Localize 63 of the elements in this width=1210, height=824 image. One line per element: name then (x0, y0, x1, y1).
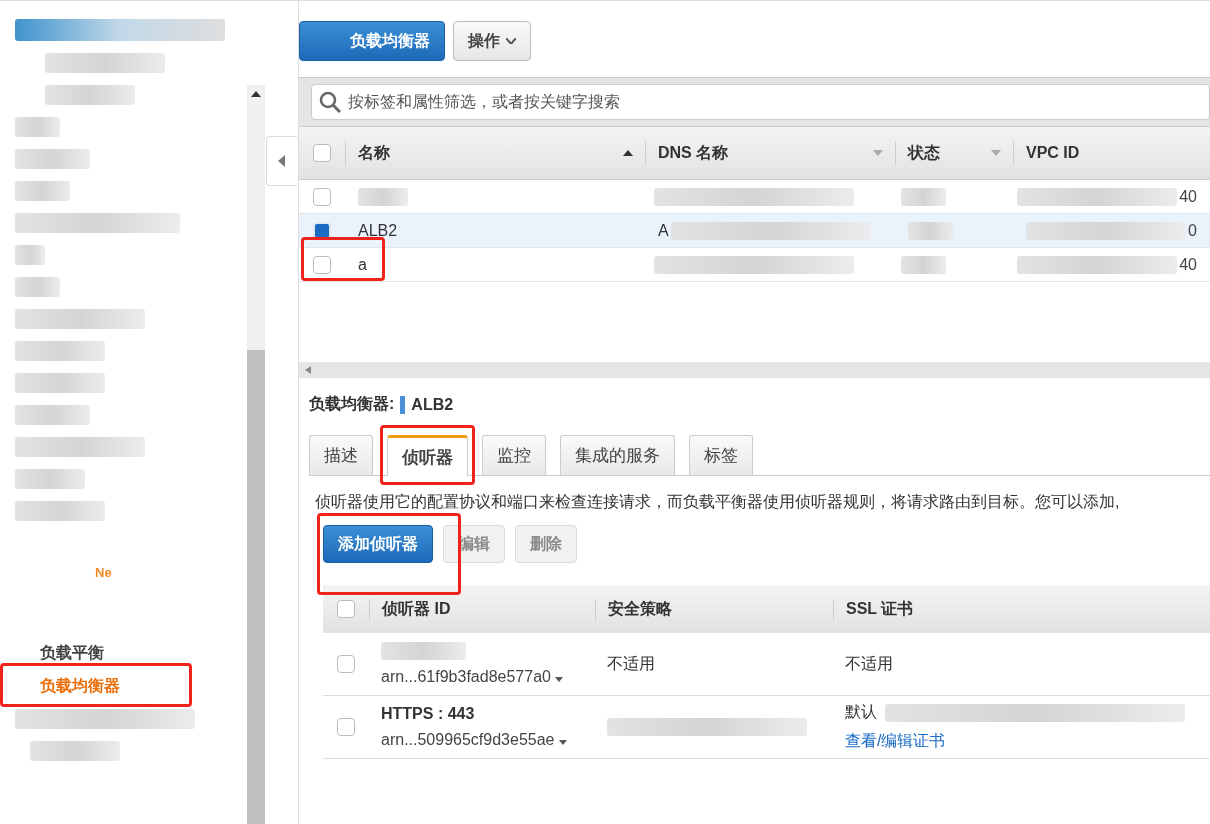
scrollbar[interactable] (247, 85, 265, 824)
table-cell: 40 (1179, 187, 1197, 206)
checkbox[interactable] (337, 718, 355, 736)
tab[interactable]: 标签 (689, 435, 753, 475)
column-header[interactable]: 安全策略 (595, 598, 833, 620)
tab[interactable]: 描述 (309, 435, 373, 475)
checkbox[interactable] (313, 255, 331, 274)
table-cell: A (658, 221, 669, 240)
blurred-patch (900, 187, 946, 206)
detail-label: 负载均衡器: (309, 394, 395, 414)
collapse-icon (278, 155, 286, 167)
blurred-patch (15, 469, 85, 489)
caret-icon (555, 677, 564, 682)
listener-arn[interactable]: arn...509965cf9d3e55ae (381, 731, 583, 749)
column-header[interactable]: DNS 名称 (658, 142, 729, 164)
dropdown-icon[interactable] (991, 150, 1001, 156)
column-header[interactable]: 名称 (358, 142, 390, 164)
add-listener-button[interactable]: 添加侦听器 (323, 525, 433, 563)
table-cell-text: 默认 (845, 702, 877, 722)
table-cell: ALB2 (358, 221, 398, 240)
column-header[interactable]: VPC ID (1026, 144, 1080, 162)
sort-ascending-icon[interactable] (623, 150, 633, 156)
tab[interactable]: 集成的服务 (560, 435, 675, 475)
create-button[interactable]: 负载均衡器 (299, 21, 445, 61)
table-cell: a (358, 255, 367, 274)
column-header[interactable]: SSL 证书 (833, 598, 1059, 620)
sidebar-fragment: Ne (95, 565, 113, 580)
detail-name: ALB2 (411, 395, 454, 414)
tab[interactable]: 监控 (482, 435, 546, 475)
caret-icon (506, 38, 516, 44)
blurred-patch (15, 277, 60, 297)
blurred-patch (15, 117, 60, 137)
checkbox[interactable] (313, 144, 331, 162)
actions-button[interactable]: 操作 (453, 21, 531, 61)
dropdown-icon[interactable] (873, 150, 883, 156)
checkbox[interactable] (337, 600, 355, 618)
status-marker (400, 395, 406, 414)
listener-arn[interactable]: arn...61f9b3fad8e577a0 (381, 668, 583, 686)
column-header[interactable]: 侦听器 ID (369, 598, 595, 620)
table-cell-text: 不适用 (845, 653, 893, 674)
checkbox[interactable] (313, 187, 331, 206)
horizontal-scrollbar[interactable] (299, 362, 1210, 378)
search-icon (319, 91, 341, 113)
blurred-patch (908, 221, 953, 240)
scroll-left-icon[interactable] (305, 366, 311, 374)
blurred-patch (358, 187, 408, 206)
sidebar-heading: 负载平衡 (40, 643, 105, 663)
table-cell: 40 (1179, 255, 1197, 274)
collapse-button[interactable] (266, 136, 297, 186)
blurred-patch (15, 181, 70, 201)
table-cell: 0 (1188, 221, 1197, 240)
scroll-up-icon[interactable] (251, 91, 261, 97)
search-field[interactable]: 按标签和属性筛选，或者按关键字搜索 (311, 84, 1210, 120)
blurred-patch (15, 245, 45, 265)
tab[interactable]: 侦听器 (387, 435, 468, 476)
caret-icon (558, 740, 567, 745)
table-cell-text: 不适用 (607, 653, 656, 674)
description-text: 侦听器使用它的配置协议和端口来检查连接请求，而负载平衡器使用侦听器规则，将请求路由到目标。您可以添加, (315, 492, 1121, 512)
checkbox[interactable] (337, 655, 355, 673)
cert-link[interactable]: 查看/编辑证书 (845, 731, 1198, 752)
listener-protocol: HTTPS : 443 (381, 705, 476, 723)
blurred-patch (900, 255, 946, 274)
column-header[interactable]: 状态 (908, 142, 940, 164)
